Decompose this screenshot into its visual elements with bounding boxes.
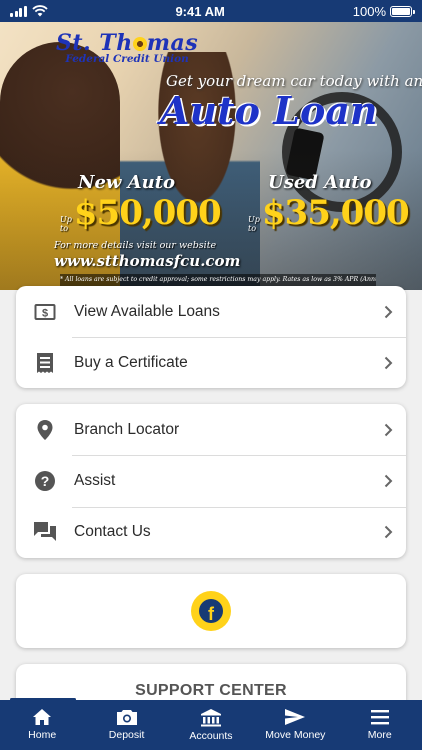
chevron-right-icon [384,474,392,488]
chevron-right-icon [384,356,392,370]
battery-percent: 100% [352,3,386,19]
services-card: Branch Locator ? Assist Contact Us [16,404,406,558]
chat-icon [34,522,56,542]
used-auto-title: Used Auto [268,172,372,193]
credit-union-logo: St. Th mas Federal Credit Union [56,30,199,65]
menu-item-label: Assist [74,471,116,489]
tab-label: Deposit [108,729,145,741]
battery-icon [390,5,415,17]
status-right: 100% [352,3,415,19]
camera-icon [116,710,137,725]
tab-label: Home [28,729,57,741]
used-auto-offer: Used Auto Up to $35,000 [248,172,410,233]
bottom-tab-bar: Home Deposit Accounts Move Money More [0,700,422,750]
menu-item-label: View Available Loans [74,302,220,320]
menu-item-view-available-loans[interactable]: $ View Available Loans [16,286,406,337]
menu-item-label: Branch Locator [74,420,180,438]
used-auto-upto: Up to [248,215,260,233]
svg-text:$: $ [42,307,48,319]
tab-deposit[interactable]: Deposit [85,708,169,741]
tab-move-money[interactable]: Move Money [253,708,337,741]
menu-item-contact-us[interactable]: Contact Us [16,506,406,558]
menu-item-branch-locator[interactable]: Branch Locator [16,404,406,455]
menu-icon [370,710,389,725]
used-auto-amount: $35,000 [261,193,410,233]
new-auto-amount: $50,000 [73,193,222,233]
menu-item-assist[interactable]: ? Assist [16,455,406,506]
tab-label: More [367,729,392,741]
loan-disclaimer: * All loans are subject to credit approv… [60,274,376,286]
status-time: 9:41 AM [175,3,225,19]
chevron-right-icon [384,423,392,436]
facebook-button[interactable]: f [191,591,231,631]
website-link[interactable]: www.stthomasfcu.com [54,252,240,270]
sunflower-icon [132,37,147,51]
location-pin-icon [37,419,53,440]
tab-label: Accounts [189,730,233,742]
facebook-icon: f [199,599,223,623]
tab-home[interactable]: Home [0,708,84,741]
dollar-bill-icon: $ [34,303,56,320]
status-left [10,5,48,17]
receipt-icon [37,352,53,373]
tab-more[interactable]: More [338,708,422,741]
loans-card: $ View Available Loans Buy a Certificate [16,286,406,388]
tab-accounts[interactable]: Accounts [169,708,253,742]
help-circle-icon: ? [35,470,55,491]
logo-subtitle: Federal Credit Union [65,53,189,65]
svg-text:?: ? [41,473,50,489]
menu-item-buy-a-certificate[interactable]: Buy a Certificate [16,337,406,388]
new-auto-title: New Auto [78,172,176,193]
send-icon [285,709,306,725]
signal-icon [10,5,27,17]
chevron-right-icon [384,526,392,539]
new-auto-upto: Up to [60,215,72,233]
new-auto-offer: New Auto Up to $50,000 [60,172,222,233]
wifi-icon [31,5,48,17]
menu-item-label: Buy a Certificate [74,353,188,371]
bank-icon [200,709,221,727]
chevron-right-icon [384,305,392,318]
tab-label: Move Money [265,729,326,741]
banner-headline: Auto Loan [160,88,378,133]
home-icon [33,709,52,725]
status-bar: 9:41 AM 100% [0,0,422,22]
social-card: f [16,574,406,648]
website-note: For more details visit our website [54,240,217,251]
auto-loan-banner[interactable]: St. Th mas Federal Credit Union Get your … [0,22,422,290]
menu-item-label: Contact Us [74,523,151,541]
